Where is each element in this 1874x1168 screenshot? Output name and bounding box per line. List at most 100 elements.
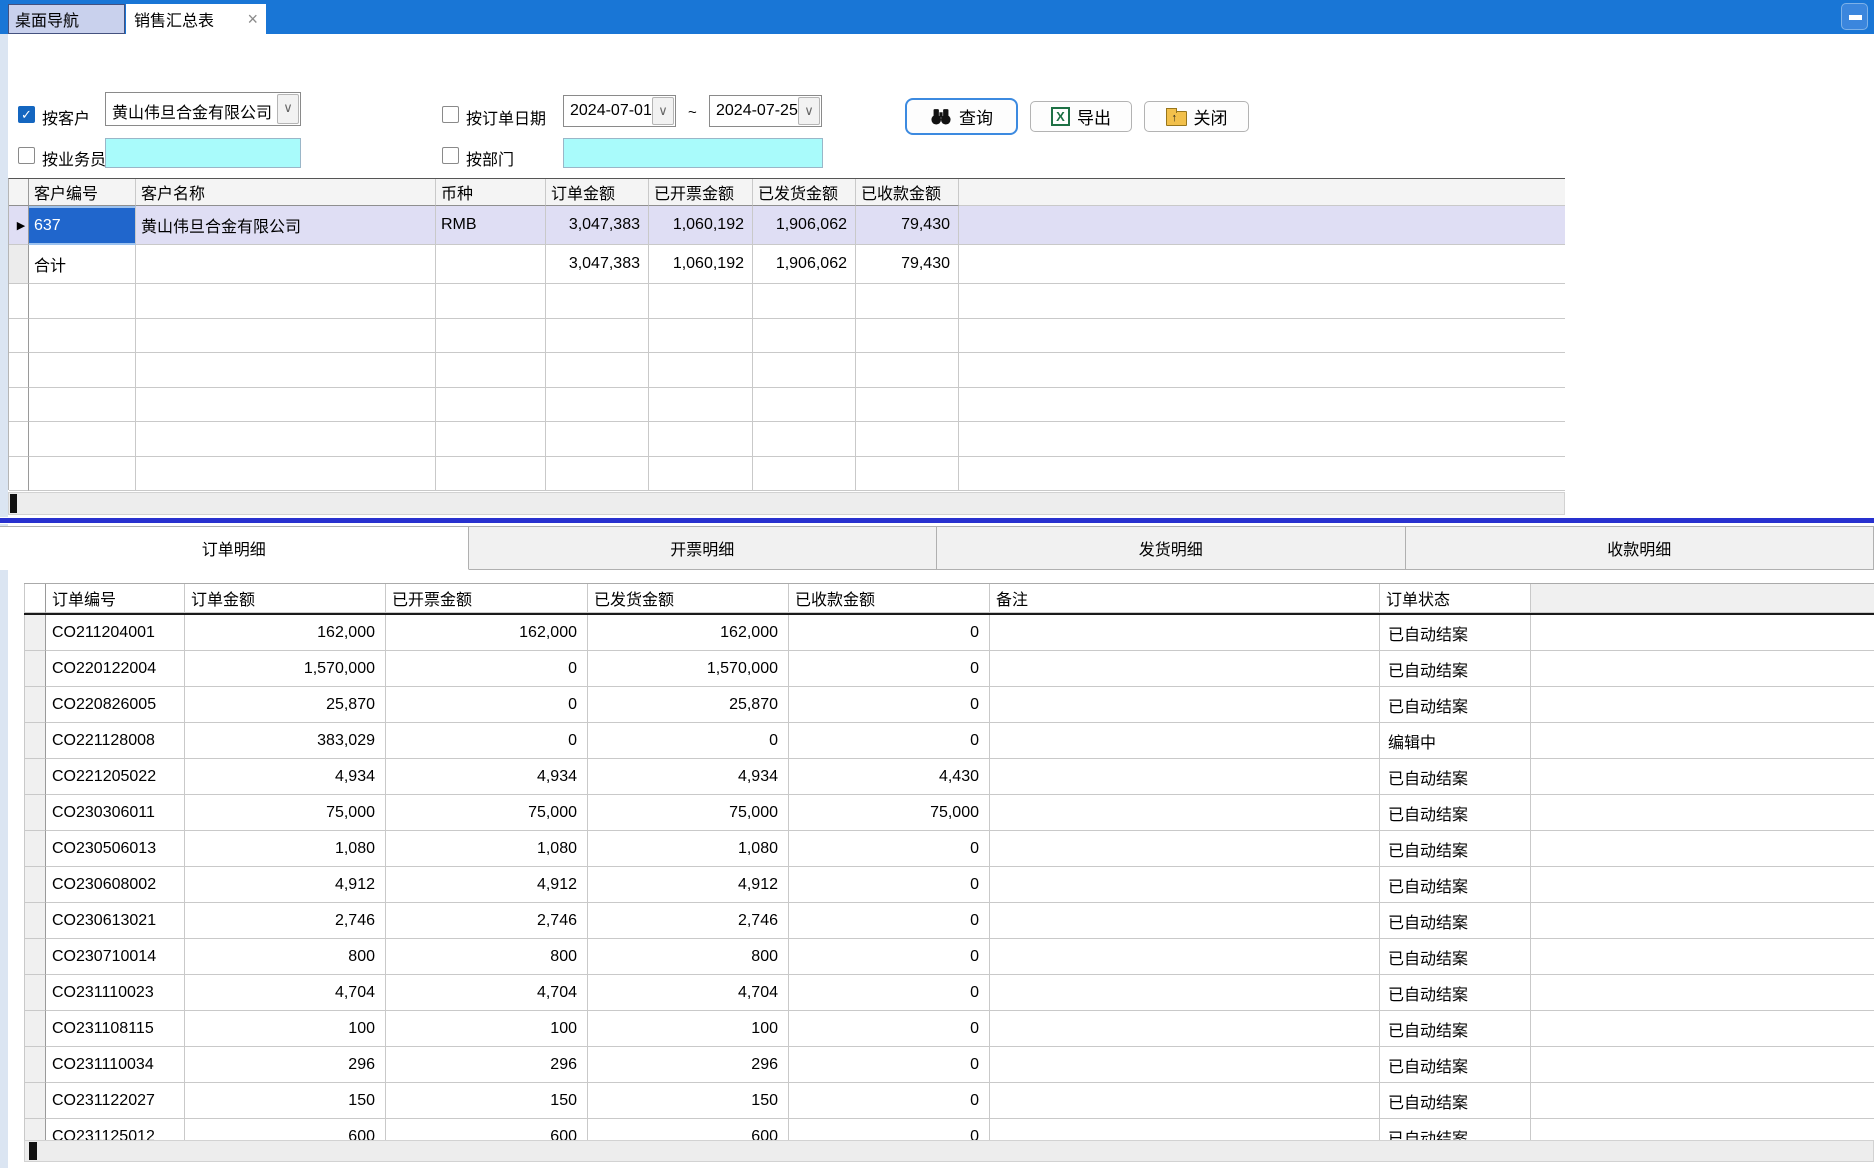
detail-cell-shipped-amount: 75,000 <box>588 795 789 831</box>
chevron-down-icon[interactable]: ∨ <box>277 94 299 124</box>
summary-col-customer-id[interactable]: 客户编号 <box>29 179 136 206</box>
summary-hscrollbar[interactable] <box>8 492 1565 515</box>
detail-row[interactable]: CO230710014 800 800 800 0 已自动结案 <box>24 939 1874 975</box>
by-customer-label: 按客户 <box>42 105 90 129</box>
close-tab-icon[interactable]: × <box>239 9 266 30</box>
detail-row-indicator <box>24 1011 46 1047</box>
date-from-combo[interactable]: 2024-07-01 ∨ <box>563 95 676 127</box>
detail-cell-remark <box>990 687 1380 723</box>
window-tab-desktop-nav[interactable]: 桌面导航 <box>8 4 125 34</box>
summary-cell-received-amount: 79,430 <box>856 206 959 245</box>
detail-cell-invoiced-amount: 162,000 <box>386 615 588 651</box>
summary-col-shipped-amount[interactable]: 已发货金额 <box>753 179 856 206</box>
summary-col-currency[interactable]: 币种 <box>436 179 546 206</box>
window-tab-sales-report[interactable]: 销售汇总表 × <box>126 4 266 34</box>
detail-cell-filler <box>1531 1047 1874 1083</box>
detail-cell-status: 编辑中 <box>1380 723 1531 759</box>
detail-row[interactable]: CO231108115 100 100 100 0 已自动结案 <box>24 1011 1874 1047</box>
by-customer-checkbox[interactable]: ✓ <box>18 106 35 123</box>
query-button[interactable]: 查询 <box>905 98 1018 135</box>
detail-cell-order-amount: 1,080 <box>185 831 386 867</box>
detail-cell-order-amount: 383,029 <box>185 723 386 759</box>
summary-col-order-amount[interactable]: 订单金额 <box>546 179 649 206</box>
detail-cell-order-amount: 75,000 <box>185 795 386 831</box>
detail-cell-invoiced-amount: 0 <box>386 687 588 723</box>
summary-col-customer-name[interactable]: 客户名称 <box>136 179 436 206</box>
panel-divider[interactable] <box>0 517 1874 524</box>
detail-row[interactable]: CO211204001 162,000 162,000 162,000 0 已自… <box>24 615 1874 651</box>
detail-cell-shipped-amount: 0 <box>588 723 789 759</box>
detail-col-received-amount[interactable]: 已收款金额 <box>789 584 990 613</box>
detail-cell-shipped-amount: 4,912 <box>588 867 789 903</box>
detail-cell-remark <box>990 867 1380 903</box>
detail-row[interactable]: CO231110023 4,704 4,704 4,704 0 已自动结案 <box>24 975 1874 1011</box>
detail-col-order-no[interactable]: 订单编号 <box>46 584 185 613</box>
detail-row[interactable]: CO221128008 383,029 0 0 0 编辑中 <box>24 723 1874 759</box>
summary-empty-row[interactable] <box>9 388 1565 423</box>
detail-cell-order-amount: 296 <box>185 1047 386 1083</box>
detail-col-status[interactable]: 订单状态 <box>1380 584 1531 613</box>
detail-row[interactable]: CO220122004 1,570,000 0 1,570,000 0 已自动结… <box>24 651 1874 687</box>
summary-col-invoiced-amount[interactable]: 已开票金额 <box>649 179 753 206</box>
detail-tab[interactable]: 发货明细 <box>937 526 1406 570</box>
detail-row[interactable]: CO230306011 75,000 75,000 75,000 75,000 … <box>24 795 1874 831</box>
summary-cell-customer-id[interactable]: 637 <box>29 206 136 245</box>
excel-icon: X <box>1051 107 1070 126</box>
by-order-date-checkbox[interactable]: ✓ <box>442 106 459 123</box>
corner-button[interactable] <box>1841 3 1868 30</box>
detail-col-remark[interactable]: 备注 <box>990 584 1380 613</box>
detail-cell-received-amount: 75,000 <box>789 795 990 831</box>
salesman-input[interactable] <box>105 138 301 168</box>
detail-cell-order-no: CO221205022 <box>46 759 185 795</box>
date-to-combo[interactable]: 2024-07-25 ∨ <box>709 95 822 127</box>
detail-row-indicator <box>24 1119 46 1140</box>
detail-cell-status: 已自动结案 <box>1380 651 1531 687</box>
detail-row[interactable]: CO230506013 1,080 1,080 1,080 0 已自动结案 <box>24 831 1874 867</box>
by-department-checkbox[interactable]: ✓ <box>442 147 459 164</box>
chevron-down-icon[interactable]: ∨ <box>798 97 820 125</box>
summary-empty-row[interactable] <box>9 422 1565 457</box>
summary-empty-row[interactable] <box>9 457 1565 492</box>
detail-row[interactable]: CO230608002 4,912 4,912 4,912 0 已自动结案 <box>24 867 1874 903</box>
detail-row[interactable]: CO230613021 2,746 2,746 2,746 0 已自动结案 <box>24 903 1874 939</box>
detail-row-indicator <box>24 1047 46 1083</box>
detail-row-indicator <box>24 867 46 903</box>
summary-empty-row[interactable] <box>9 284 1565 319</box>
detail-tab[interactable]: 开票明细 <box>469 526 938 570</box>
detail-col-order-amount[interactable]: 订单金额 <box>185 584 386 613</box>
detail-cell-order-amount: 2,746 <box>185 903 386 939</box>
by-salesman-checkbox[interactable]: ✓ <box>18 147 35 164</box>
detail-col-shipped-amount[interactable]: 已发货金额 <box>588 584 789 613</box>
detail-cell-order-amount: 600 <box>185 1119 386 1140</box>
detail-row[interactable]: CO221205022 4,934 4,934 4,934 4,430 已自动结… <box>24 759 1874 795</box>
customer-combo[interactable]: 黄山伟旦合金有限公司 ∨ <box>105 92 301 126</box>
department-input[interactable] <box>563 138 823 168</box>
detail-cell-order-no: CO211204001 <box>46 615 185 651</box>
summary-empty-row[interactable] <box>9 319 1565 354</box>
summary-cell-currency: RMB <box>436 206 546 245</box>
detail-tab[interactable]: 收款明细 <box>1406 526 1874 570</box>
detail-row[interactable]: CO231122027 150 150 150 0 已自动结案 <box>24 1083 1874 1119</box>
detail-row[interactable]: CO231110034 296 296 296 0 已自动结案 <box>24 1047 1874 1083</box>
summary-col-received-amount[interactable]: 已收款金额 <box>856 179 959 206</box>
detail-cell-received-amount: 0 <box>789 1119 990 1140</box>
chevron-down-icon[interactable]: ∨ <box>652 97 674 125</box>
detail-row[interactable]: CO220826005 25,870 0 25,870 0 已自动结案 <box>24 687 1874 723</box>
detail-hscrollbar-thumb[interactable] <box>29 1142 37 1160</box>
detail-tab[interactable]: 订单明细 <box>0 526 469 570</box>
detail-col-invoiced-amount[interactable]: 已开票金额 <box>386 584 588 613</box>
close-button[interactable]: ↑ 关闭 <box>1144 101 1249 132</box>
export-button[interactable]: X 导出 <box>1030 101 1132 132</box>
summary-total-shipped-amount: 1,906,062 <box>753 245 856 284</box>
summary-hscrollbar-thumb[interactable] <box>10 494 17 513</box>
detail-hscrollbar[interactable] <box>24 1140 1874 1162</box>
binoculars-icon <box>930 108 952 125</box>
detail-cell-order-no: CO231110034 <box>46 1047 185 1083</box>
summary-row-selected[interactable]: ▶ 637 黄山伟旦合金有限公司 RMB 3,047,383 1,060,192… <box>9 206 1565 245</box>
summary-empty-row[interactable] <box>9 353 1565 388</box>
summary-total-currency <box>436 245 546 284</box>
detail-row[interactable]: CO231125012 600 600 600 0 已自动结案 <box>24 1119 1874 1140</box>
detail-cell-received-amount: 0 <box>789 939 990 975</box>
detail-cell-shipped-amount: 4,934 <box>588 759 789 795</box>
detail-cell-status: 已自动结案 <box>1380 1047 1531 1083</box>
